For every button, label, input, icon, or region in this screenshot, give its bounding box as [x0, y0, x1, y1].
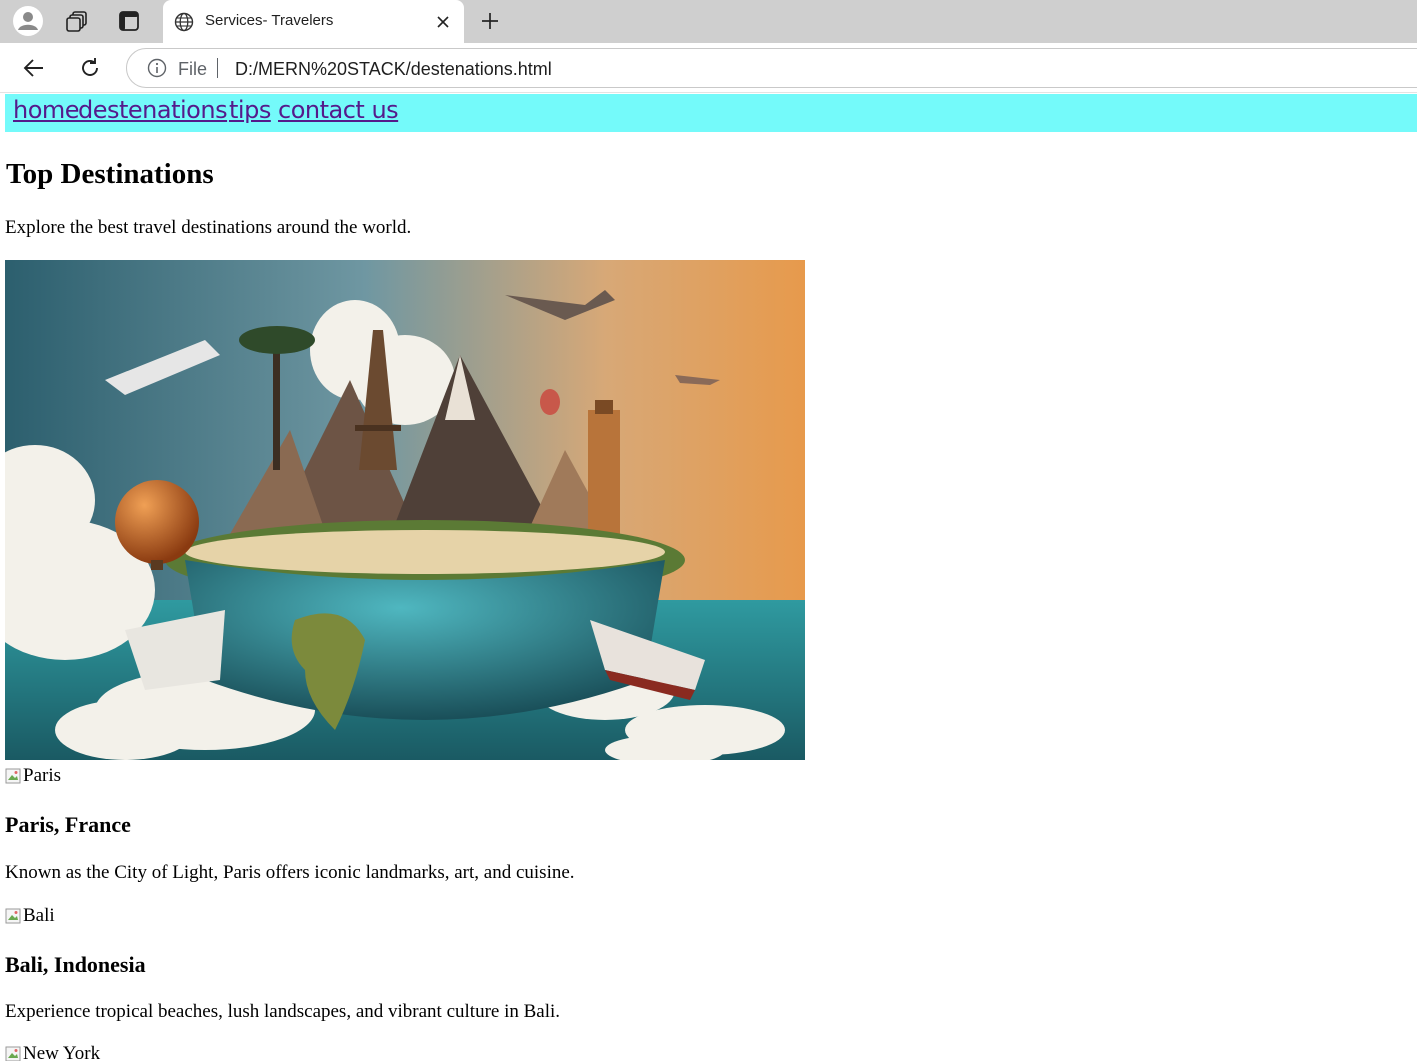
globe-icon: [174, 12, 194, 32]
nav-link-destenations[interactable]: destenations: [78, 96, 228, 124]
nav-link-home[interactable]: home: [13, 96, 80, 124]
workspaces-icon: [66, 11, 87, 32]
new-tab-button[interactable]: [473, 4, 507, 38]
address-bar[interactable]: File D:/MERN%20STACK/destenations.html: [126, 48, 1417, 88]
back-arrow-icon: [23, 59, 43, 77]
new-york-image-alt-text: New York: [23, 1043, 101, 1061]
paris-heading: Paris, France: [5, 812, 131, 837]
back-button[interactable]: [17, 51, 51, 85]
tab-title: Services- Travelers: [205, 12, 334, 29]
info-icon[interactable]: [147, 58, 167, 78]
page-viewport: home destenations tips contact us Top De…: [0, 93, 1417, 1061]
profile-icon: [13, 6, 43, 36]
bali-heading: Bali, Indonesia: [5, 952, 146, 977]
tab-strip: Services- Travelers: [0, 0, 1417, 43]
nav-link-tips[interactable]: tips: [229, 96, 271, 124]
new-york-image: New York: [5, 1043, 100, 1061]
reload-button[interactable]: [73, 51, 107, 85]
page-title: Top Destinations: [6, 158, 214, 190]
new-tab-icon: [482, 13, 498, 29]
browser-toolbar: File D:/MERN%20STACK/destenations.html: [0, 43, 1417, 93]
tab-actions-icon: [119, 11, 139, 31]
close-tab-button[interactable]: [431, 10, 455, 34]
address-separator: [217, 58, 218, 78]
bali-description: Experience tropical beaches, lush landsc…: [5, 1001, 561, 1022]
paris-image: Paris: [5, 765, 61, 787]
active-tab[interactable]: Services- Travelers: [163, 0, 464, 43]
intro-text: Explore the best travel destinations aro…: [5, 217, 412, 238]
paris-image-alt-text: Paris: [23, 765, 61, 786]
broken-image-icon: [5, 768, 21, 784]
reload-icon: [82, 58, 98, 76]
nav-link-contact-us[interactable]: contact us: [278, 96, 399, 124]
bali-image-alt-text: Bali: [23, 905, 55, 926]
hero-travel-collage-image: [5, 260, 805, 760]
tab-actions-button[interactable]: [112, 4, 146, 38]
broken-image-icon: [5, 908, 21, 924]
paris-description: Known as the City of Light, Paris offers…: [5, 862, 575, 883]
close-icon: [437, 16, 449, 28]
url-text[interactable]: D:/MERN%20STACK/destenations.html: [235, 59, 552, 80]
bali-image: Bali: [5, 905, 55, 927]
workspaces-button[interactable]: [60, 4, 94, 38]
site-navbar: home destenations tips contact us: [5, 94, 1417, 132]
profile-button[interactable]: [11, 4, 45, 38]
broken-image-icon: [5, 1046, 21, 1061]
site-info-label[interactable]: File: [178, 59, 207, 80]
